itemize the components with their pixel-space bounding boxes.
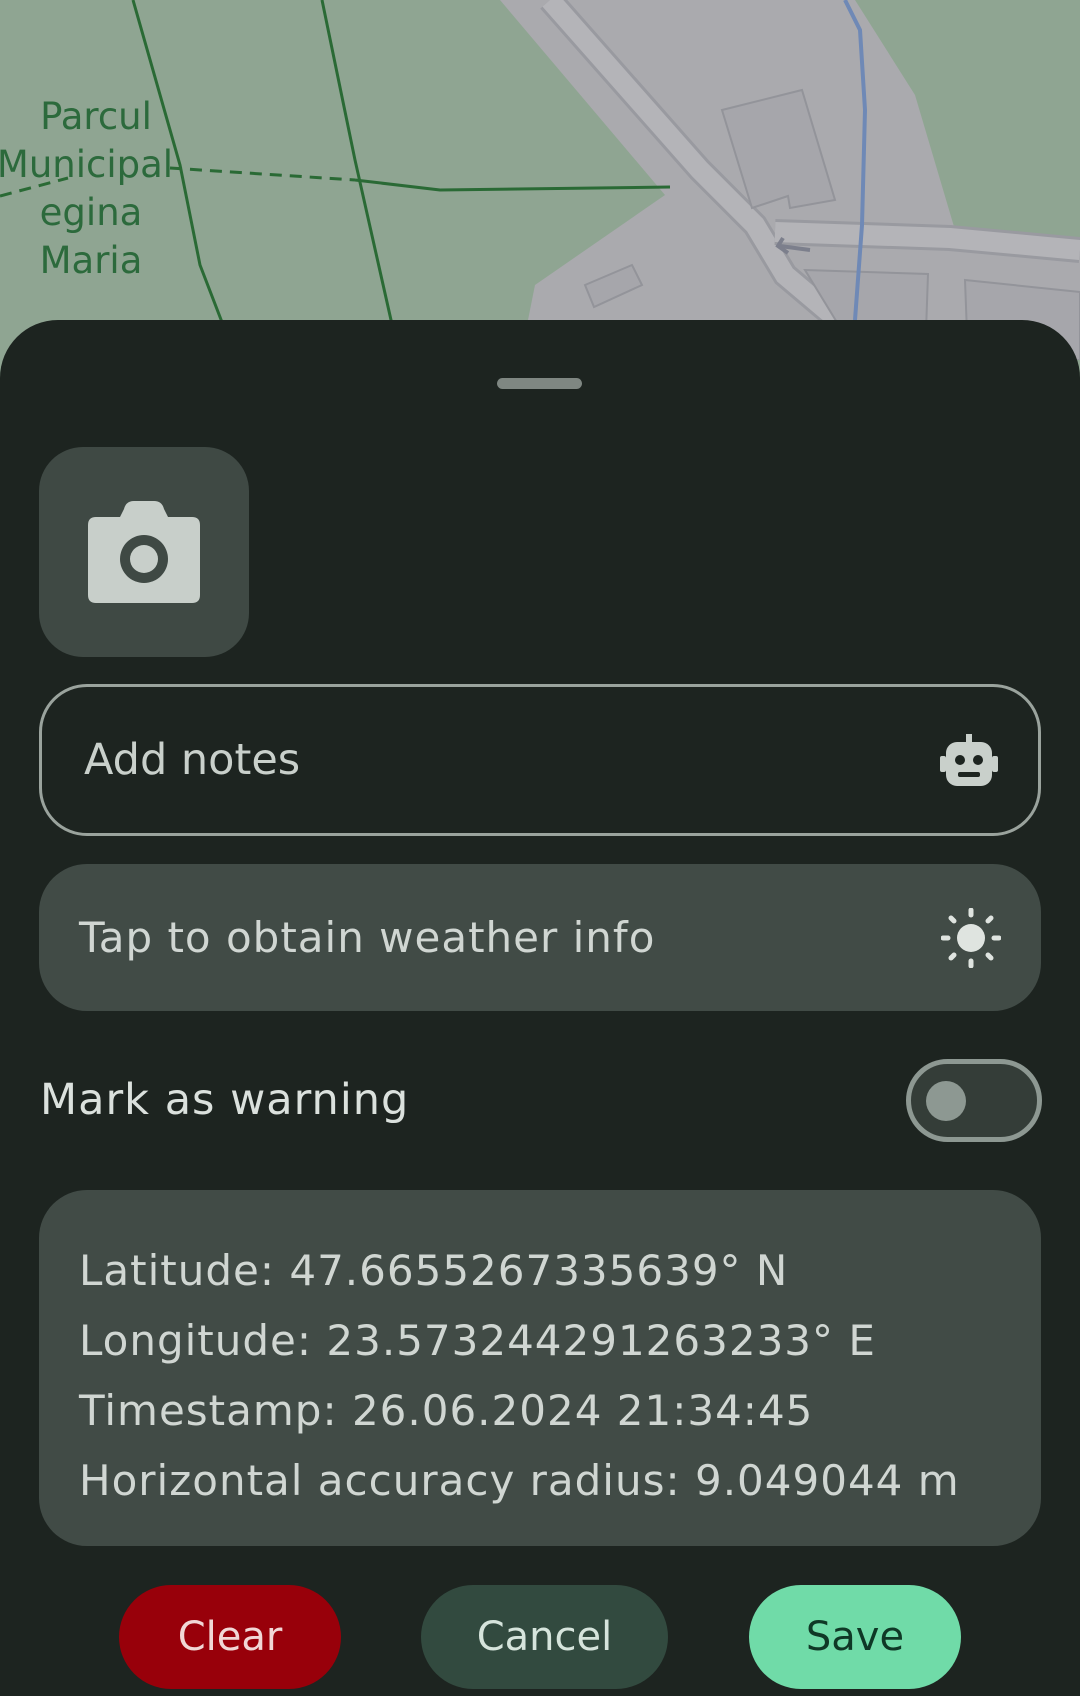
sun-icon bbox=[941, 907, 1001, 968]
mark-as-warning-label: Mark as warning bbox=[40, 1075, 410, 1125]
drag-handle[interactable] bbox=[497, 378, 582, 389]
robot-icon[interactable] bbox=[940, 734, 998, 786]
park-label-line-2: Municipal bbox=[0, 143, 174, 186]
longitude-text: Longitude: 23.573244291263233° E bbox=[79, 1316, 876, 1365]
map-view[interactable]: Parcul Municipal egina Maria bbox=[0, 0, 1080, 360]
weather-info-label: Tap to obtain weather info bbox=[79, 913, 656, 962]
camera-icon bbox=[88, 501, 200, 603]
park-label-line-3: egina Maria bbox=[39, 191, 143, 282]
notes-field[interactable] bbox=[39, 684, 1041, 836]
save-button[interactable]: Save bbox=[749, 1585, 961, 1689]
notes-input[interactable] bbox=[84, 735, 940, 785]
park-label-line-1: Parcul bbox=[40, 95, 152, 138]
mark-as-warning-toggle[interactable] bbox=[906, 1058, 1042, 1142]
add-photo-button[interactable] bbox=[39, 447, 249, 657]
timestamp-text: Timestamp: 26.06.2024 21:34:45 bbox=[79, 1386, 814, 1435]
toggle-knob bbox=[926, 1080, 966, 1121]
weather-info-button[interactable]: Tap to obtain weather info bbox=[39, 864, 1041, 1011]
mark-as-warning-row: Mark as warning bbox=[40, 1055, 1042, 1145]
clear-button[interactable]: Clear bbox=[119, 1585, 341, 1689]
park-label: Parcul Municipal egina Maria bbox=[0, 93, 180, 285]
accuracy-text: Horizontal accuracy radius: 9.049044 m bbox=[79, 1456, 960, 1505]
latitude-text: Latitude: 47.6655267335639° N bbox=[79, 1246, 789, 1295]
location-info-card: Latitude: 47.6655267335639° N Longitude:… bbox=[39, 1190, 1041, 1546]
cancel-button[interactable]: Cancel bbox=[421, 1585, 668, 1689]
